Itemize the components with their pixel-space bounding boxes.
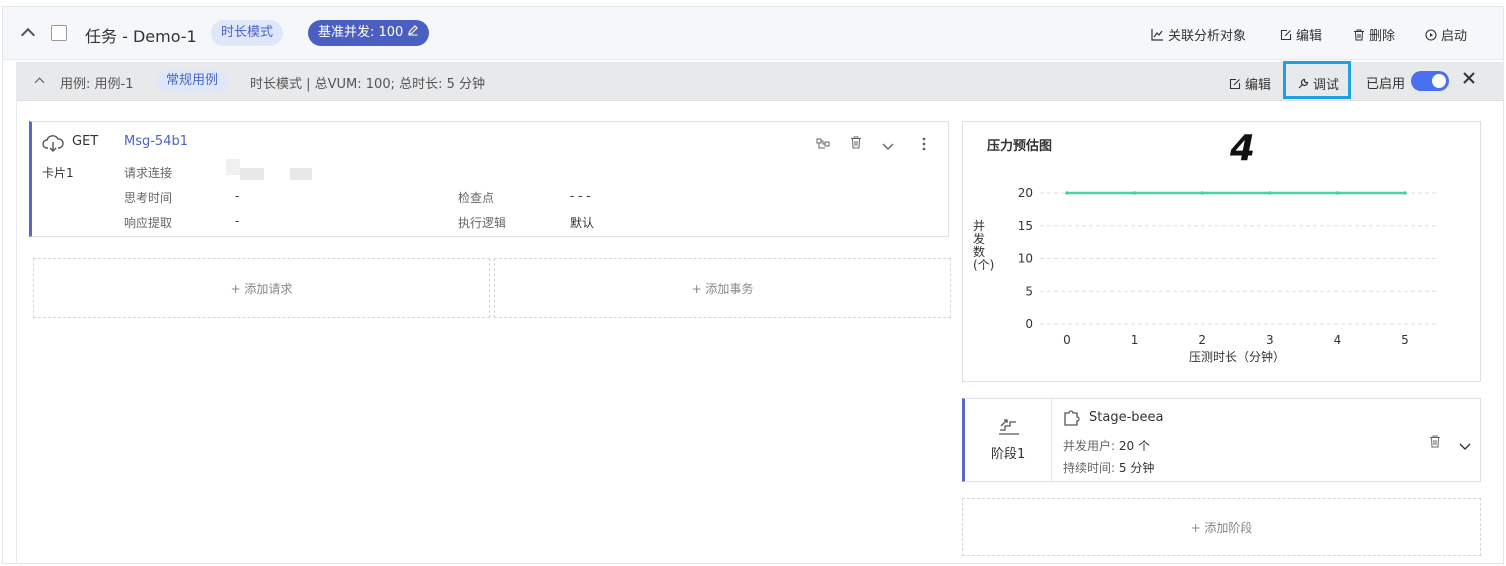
stage-users: 并发用户: 20 个 (1063, 437, 1150, 454)
chart-y-tick-label: 10 (1018, 252, 1033, 266)
case-body: GET Msg-54b1 卡片1 请求连接 思考时间 - 检查点 - - - 响… (16, 100, 1505, 562)
stage-chevron-down-icon[interactable] (1459, 436, 1471, 455)
puzzle-icon (1063, 409, 1081, 431)
case-summary: 时长模式 | 总VUM: 100; 总时长: 5 分钟 (250, 77, 486, 92)
card-label: 卡片1 (42, 166, 74, 180)
request-method: GET (72, 134, 99, 149)
stage-name: Stage-beea (1089, 410, 1164, 425)
request-delete-icon[interactable] (850, 134, 862, 153)
stage-chart-icon (998, 417, 1020, 439)
request-url-redacted (290, 168, 312, 180)
chart-x-tick-label: 1 (1131, 333, 1139, 347)
stage-duration-label: 持续时间: (1063, 461, 1116, 475)
stage-users-label: 并发用户: (1063, 439, 1116, 453)
link-analysis-label: 关联分析对象 (1168, 29, 1247, 44)
chart-x-tick-label: 4 (1334, 333, 1342, 347)
chart-data-point (1403, 191, 1407, 195)
step-number-marker: 4 (1230, 128, 1256, 169)
stage-users-value: 20 个 (1118, 439, 1150, 453)
wrench-icon (1297, 78, 1309, 90)
link-analysis-button[interactable]: 关联分析对象 (1151, 25, 1246, 44)
task-title: 任务 - Demo-1 (85, 27, 197, 46)
chart-data-point (1335, 191, 1340, 195)
case-name: 用例: 用例-1 (60, 77, 134, 92)
response-extract-label: 响应提取 (124, 216, 173, 230)
case-type-tag: 常规用例 (156, 70, 229, 92)
task-header: 任务 - Demo-1 时长模式 基准并发: 100 关联分析对象 编辑 删除 … (3, 7, 1503, 60)
task-delete-label: 删除 (1369, 29, 1396, 44)
stage-duration: 持续时间: 5 分钟 (1063, 459, 1154, 476)
add-stage-button[interactable]: + 添加阶段 (962, 498, 1481, 556)
request-more-icon[interactable] (922, 136, 926, 155)
pencil-icon[interactable] (407, 20, 419, 46)
checkpoint-label: 检查点 (458, 191, 495, 205)
add-transaction-button[interactable]: + 添加事务 (494, 258, 951, 318)
play-circle-icon (1425, 28, 1437, 41)
task-start-button[interactable]: 启动 (1425, 25, 1467, 44)
chart-data-point (1268, 191, 1272, 195)
enabled-label: 已启用 (1366, 77, 1406, 92)
task-start-label: 启动 (1441, 29, 1468, 44)
request-card[interactable]: GET Msg-54b1 卡片1 请求连接 思考时间 - 检查点 - - - 响… (29, 121, 949, 237)
stage-delete-icon[interactable] (1429, 433, 1441, 452)
chart-data-point (1065, 191, 1069, 195)
stage-label: 阶段1 (991, 447, 1026, 462)
request-url-redacted (226, 159, 240, 175)
case-debug-button[interactable]: 调试 (1297, 74, 1339, 93)
cloud-download-icon (42, 134, 64, 156)
pressure-chart: 0 5 10 15 20 0 1 2 3 4 5 (1018, 186, 1437, 347)
baseline-concurrency-tag[interactable]: 基准并发: 100 (308, 20, 430, 46)
chart-data-point (1200, 191, 1204, 195)
case-edit-label: 编辑 (1245, 78, 1272, 93)
chart-y-tick-label: 5 (1025, 284, 1033, 298)
request-url-redacted (240, 168, 264, 180)
stage-card[interactable]: 阶段1 Stage-beea 并发用户: 20 个 持续时间: 5 分钟 (962, 398, 1481, 482)
think-time-value: - (235, 189, 240, 203)
edit-icon (1280, 29, 1292, 41)
mode-tag: 时长模式 (211, 20, 284, 46)
baseline-concurrency-label: 基准并发: 100 (318, 25, 404, 40)
chart-x-label: 压测时长（分钟） (1189, 350, 1286, 364)
close-icon[interactable] (1462, 70, 1476, 89)
chart-y-tick-label: 20 (1018, 186, 1033, 200)
task-delete-button[interactable]: 删除 (1353, 25, 1395, 44)
request-url-label: 请求连接 (124, 166, 173, 180)
case-debug-label: 调试 (1313, 78, 1340, 93)
chart-y-tick-label: 0 (1025, 317, 1033, 331)
request-tree-icon[interactable] (816, 135, 830, 154)
chart-y-label: 并发数(个) (973, 219, 995, 272)
chart-y-tick-label: 15 (1018, 219, 1033, 233)
chart-x-tick-label: 2 (1198, 333, 1206, 347)
stage-duration-value: 5 分钟 (1118, 461, 1155, 475)
task-select-checkbox[interactable] (51, 25, 67, 41)
enabled-toggle[interactable] (1411, 71, 1449, 91)
exec-logic-label: 执行逻辑 (458, 216, 507, 230)
exec-logic-value: 默认 (570, 216, 595, 230)
trash-icon (1353, 29, 1365, 41)
pressure-chart-card: 压力预估图 0 5 10 15 20 012345 并发数(个) 压测时长（分钟） (962, 121, 1481, 382)
chart-x-tick-label: 3 (1266, 333, 1274, 347)
add-request-button[interactable]: + 添加请求 (33, 258, 490, 318)
edit-icon (1229, 78, 1241, 90)
task-edit-button[interactable]: 编辑 (1280, 25, 1322, 44)
line-chart-icon (1151, 28, 1164, 41)
think-time-label: 思考时间 (124, 191, 173, 205)
collapse-task-chevron-icon[interactable] (20, 27, 36, 43)
chart-data-point (1132, 191, 1137, 195)
task-edit-label: 编辑 (1296, 29, 1323, 44)
request-name[interactable]: Msg-54b1 (124, 134, 188, 149)
request-chevron-down-icon[interactable] (882, 136, 894, 155)
chart-x-tick-label: 0 (1063, 333, 1071, 347)
case-header: 用例: 用例-1 常规用例 时长模式 | 总VUM: 100; 总时长: 5 分… (16, 61, 1504, 101)
chart-x-tick-label: 5 (1401, 333, 1409, 347)
stage-left-cell: 阶段1 (965, 399, 1052, 481)
collapse-case-chevron-icon[interactable] (34, 77, 45, 88)
response-extract-value: - (235, 214, 240, 228)
case-edit-button[interactable]: 编辑 (1229, 74, 1271, 93)
checkpoint-value: - - - (570, 189, 591, 203)
